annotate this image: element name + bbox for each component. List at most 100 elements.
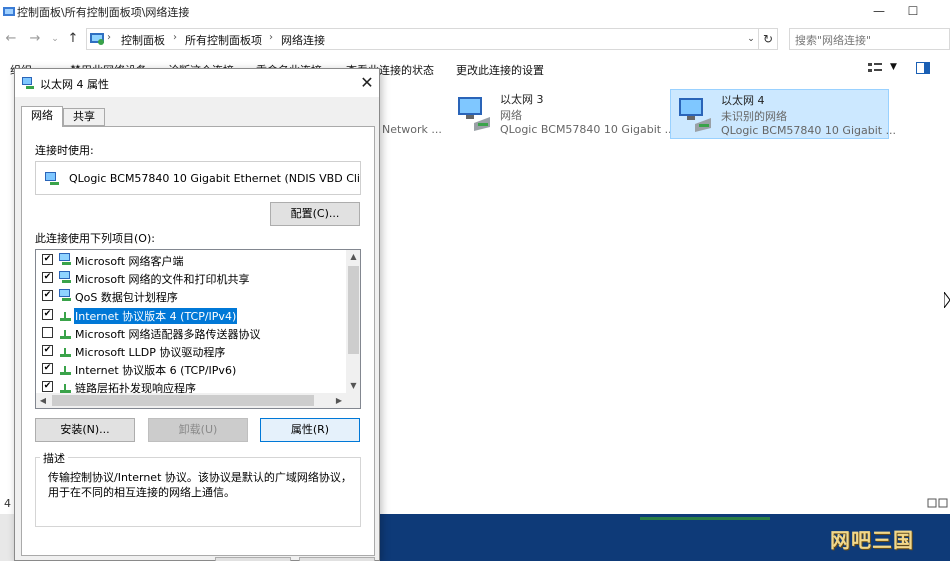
install-button[interactable]: 安装(N)...	[35, 418, 135, 442]
up-button[interactable]: ↑	[64, 30, 82, 48]
change-settings-button[interactable]: 更改此连接的设置	[456, 62, 544, 78]
item-label: Microsoft 网络客户端	[75, 255, 184, 268]
breadcrumb-separator: ›	[173, 32, 177, 43]
connection-name: 以太网 3	[500, 93, 544, 106]
back-button[interactable]: ←	[2, 30, 20, 48]
adapter-name: QLogic BCM57840 10 Gigabit Ethernet (NDI…	[69, 172, 359, 185]
recent-locations-dropdown[interactable]: ⌄	[46, 30, 64, 48]
list-item[interactable]: Microsoft 网络适配器多路传送器协议	[36, 324, 346, 342]
scroll-thumb[interactable]	[348, 266, 359, 354]
minimize-button[interactable]: —	[864, 2, 894, 20]
vertical-scrollbar[interactable]: ▲ ▼	[346, 250, 360, 393]
window-title: 控制面板\所有控制面板项\网络连接	[17, 6, 190, 19]
close-icon[interactable]: ✕	[357, 73, 377, 93]
list-item[interactable]: ✔ Internet 协议版本 6 (TCP/IPv6)	[36, 360, 346, 378]
search-input[interactable]: 搜索"网络连接"	[789, 28, 950, 50]
address-bar[interactable]: › 控制面板 › 所有控制面板项 › 网络连接 ⌄	[86, 28, 778, 50]
network-adapter-icon	[458, 97, 490, 131]
partial-connection-device: Network ...	[382, 123, 442, 136]
taskbar-start-area[interactable]	[0, 514, 14, 561]
status-bar-item-count: 4	[4, 497, 11, 510]
protocol-icon	[58, 307, 73, 322]
network-client-icon	[58, 252, 73, 267]
protocol-icon	[58, 361, 73, 376]
change-view-icon[interactable]	[868, 62, 882, 74]
uninstall-button[interactable]: 卸载(U)	[148, 418, 248, 442]
connection-status: 未识别的网络	[721, 110, 787, 123]
item-checkbox[interactable]: ✔	[42, 272, 53, 284]
dialog-title: 以太网 4 属性	[40, 78, 109, 91]
address-dropdown-icon[interactable]: ⌄	[743, 31, 759, 47]
item-checkbox[interactable]: ✔	[42, 345, 53, 356]
properties-button[interactable]: 属性(R)	[260, 418, 360, 442]
item-label: Microsoft LLDP 协议驱动程序	[75, 346, 226, 359]
list-item[interactable]: ✔ Internet 协议版本 4 (TCP/IPv4)	[36, 306, 346, 324]
network-adapter-icon	[22, 77, 34, 89]
item-label: Internet 协议版本 4 (TCP/IPv4)	[74, 307, 238, 324]
network-adapter-icon	[45, 172, 59, 185]
connection-name: 以太网 4	[721, 94, 765, 107]
item-label: QoS 数据包计划程序	[75, 291, 178, 305]
qos-icon	[58, 288, 73, 303]
ok-button-edge[interactable]	[215, 557, 291, 561]
item-label: Microsoft 网络适配器多路传送器协议	[75, 327, 261, 341]
configure-button[interactable]: 配置(C)...	[270, 202, 360, 226]
scroll-right-icon[interactable]: ▶	[332, 393, 346, 408]
dialog-titlebar: 以太网 4 属性 ✕	[15, 69, 379, 97]
list-item[interactable]: ✔ Microsoft LLDP 协议驱动程序	[36, 342, 346, 360]
ethernet-properties-dialog: 以太网 4 属性 ✕ 网络 共享 连接时使用: QLogic BCM57840 …	[14, 68, 380, 561]
taskbar-highlight	[640, 517, 770, 520]
description-text: 传输控制协议/Internet 协议。该协议是默认的广域网络协议，用于在不同的相…	[48, 471, 352, 499]
item-checkbox[interactable]	[42, 326, 53, 338]
item-label: Internet 协议版本 6 (TCP/IPv6)	[75, 364, 237, 378]
breadcrumb-control-panel[interactable]: 控制面板	[121, 32, 165, 48]
item-checkbox[interactable]: ✔	[42, 308, 53, 320]
file-printer-sharing-icon	[58, 270, 73, 285]
connect-using-label: 连接时使用:	[35, 144, 94, 157]
item-checkbox[interactable]: ✔	[42, 254, 53, 265]
window-titlebar: 控制面板\所有控制面板项\网络连接 — ☐	[0, 0, 950, 24]
network-folder-icon	[3, 7, 15, 16]
protocol-icon	[58, 343, 73, 358]
breadcrumb-separator: ›	[107, 32, 111, 43]
list-item[interactable]: ✔ QoS 数据包计划程序	[36, 287, 346, 305]
protocol-icon	[58, 325, 73, 340]
tab-networking[interactable]: 网络	[21, 106, 63, 127]
scroll-thumb[interactable]	[52, 395, 314, 406]
view-options-dropdown-icon[interactable]: ▼	[890, 62, 897, 72]
connection-device: QLogic BCM57840 10 Gigabit ...	[721, 124, 897, 137]
breadcrumb-network-connections[interactable]: 网络连接	[281, 32, 325, 48]
scroll-down-icon[interactable]: ▼	[346, 379, 360, 393]
scroll-left-icon[interactable]: ◀	[36, 393, 50, 408]
breadcrumb-all-items[interactable]: 所有控制面板项	[185, 32, 262, 48]
horizontal-scrollbar[interactable]: ◀ ▶	[36, 393, 360, 408]
breadcrumb-separator: ›	[269, 32, 273, 43]
connection-status: 网络	[500, 109, 522, 122]
item-checkbox[interactable]: ✔	[42, 381, 53, 393]
scroll-up-icon[interactable]: ▲	[346, 250, 360, 264]
refresh-button[interactable]: ↻	[758, 28, 778, 50]
mouse-cursor-icon	[944, 292, 950, 308]
description-label: 描述	[40, 450, 68, 466]
details-view-icon[interactable]	[926, 496, 950, 510]
watermark-logo: 网吧三国	[830, 528, 914, 552]
list-item[interactable]: ✔ Microsoft 网络客户端	[36, 251, 346, 269]
adapter-name-box: QLogic BCM57840 10 Gigabit Ethernet (NDI…	[35, 161, 361, 195]
connection-item-ethernet-3[interactable]: 以太网 3 网络 QLogic BCM57840 10 Gigabit ...	[450, 89, 675, 139]
components-list[interactable]: ✔ Microsoft 网络客户端 ✔ Microsoft 网络的文件和打印机共享 ✔ Q…	[35, 249, 361, 409]
connection-item-ethernet-4[interactable]: 以太网 4 未识别的网络 QLogic BCM57840 10 Gigabit …	[670, 89, 896, 139]
preview-pane-icon[interactable]	[916, 62, 930, 74]
connection-device: QLogic BCM57840 10 Gigabit ...	[500, 123, 676, 136]
control-panel-icon	[90, 33, 104, 45]
maximize-button[interactable]: ☐	[898, 2, 928, 20]
item-checkbox[interactable]: ✔	[42, 290, 53, 302]
items-label: 此连接使用下列项目(O):	[35, 232, 155, 245]
forward-button[interactable]: →	[26, 30, 44, 48]
item-label: Microsoft 网络的文件和打印机共享	[75, 273, 250, 287]
tab-sharing[interactable]: 共享	[63, 108, 105, 126]
list-item[interactable]: ✔ Microsoft 网络的文件和打印机共享	[36, 269, 346, 287]
item-checkbox[interactable]: ✔	[42, 363, 53, 375]
network-adapter-icon	[679, 98, 711, 132]
cancel-button-edge[interactable]	[299, 557, 375, 561]
networking-tab-panel: 连接时使用: QLogic BCM57840 10 Gigabit Ethern…	[21, 126, 375, 556]
